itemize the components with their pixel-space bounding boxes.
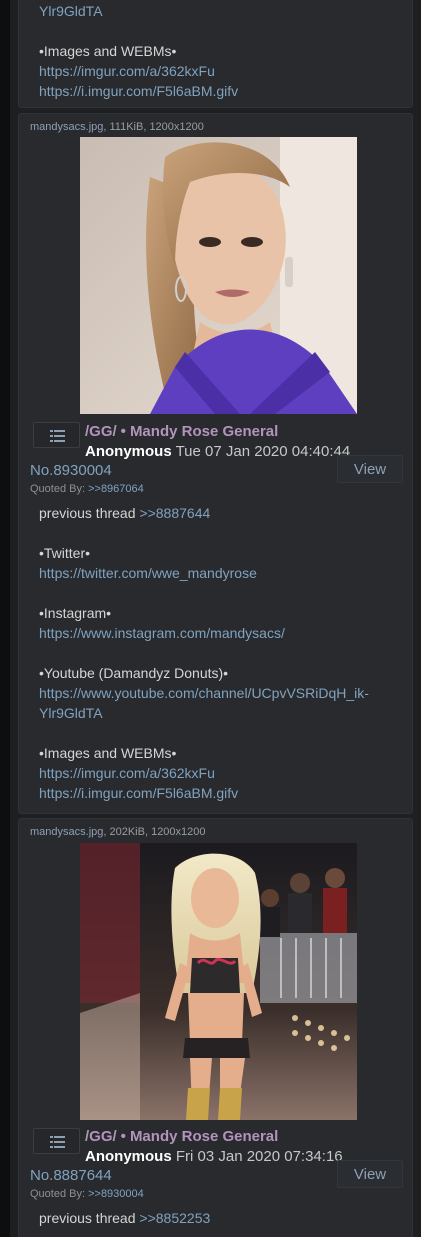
post-subject-line: /GG/• Mandy Rose General xyxy=(85,423,278,440)
file-info: mandysacs.jpg, 202KiB, 1200x1200 xyxy=(30,826,206,838)
file-meta: , 202KiB, 1200x1200 xyxy=(103,826,206,838)
board-tag: /GG/ xyxy=(85,423,117,440)
file-meta: , 111KiB, 1200x1200 xyxy=(103,121,204,133)
file-info: mandysacs.jpg, 111KiB, 1200x1200 xyxy=(30,121,204,133)
view-button[interactable]: View xyxy=(337,1160,403,1188)
youtube-header: •Youtube (Damandyz Donuts)• xyxy=(39,665,229,681)
images-header: •Images and WEBMs• xyxy=(39,745,177,761)
instagram-header: •Instagram• xyxy=(39,605,112,621)
file-name-link[interactable]: mandysacs.jpg xyxy=(30,826,103,838)
quoted-by-label: Quoted By: xyxy=(30,1188,89,1200)
imgur-gifv-link[interactable]: https://i.imgur.com/F5l6aBM.gifv xyxy=(39,785,238,801)
quoted-by-link[interactable]: >>8930004 xyxy=(88,1188,144,1200)
post-menu-button[interactable] xyxy=(33,1128,80,1154)
board-tag: /GG/ xyxy=(85,1128,117,1145)
youtube-link-line1[interactable]: https://www.youtube.com/channel/UCpvVSRi… xyxy=(39,685,369,701)
post-menu-button[interactable] xyxy=(33,422,80,448)
imgur-album-link[interactable]: https://imgur.com/a/362kxFu xyxy=(39,63,215,79)
list-menu-icon xyxy=(50,430,65,442)
view-button[interactable]: View xyxy=(337,455,403,483)
quoted-by-label: Quoted By: xyxy=(30,483,89,495)
previous-thread-label: previous thread xyxy=(39,505,140,521)
left-edge-strip xyxy=(0,0,10,1237)
post-body: previous thread >>8852253 xyxy=(39,1208,210,1228)
previous-thread-link[interactable]: >>8887644 xyxy=(139,505,210,521)
wrestler-photo-2 xyxy=(80,843,357,1120)
subject-dot: • xyxy=(120,423,126,440)
post-number[interactable]: No.8887644 xyxy=(30,1167,112,1184)
list-menu-icon xyxy=(50,1136,65,1148)
post-subject-line: /GG/• Mandy Rose General xyxy=(85,1128,278,1145)
post-name-line: Anonymous Tue 07 Jan 2020 04:40:44 xyxy=(85,443,350,460)
previous-post-tail: Ylr9GldTA •Images and WEBMs• https://img… xyxy=(18,0,413,108)
poster-name: Anonymous xyxy=(85,1148,172,1165)
images-header: •Images and WEBMs• xyxy=(39,43,177,59)
imgur-album-link[interactable]: https://imgur.com/a/362kxFu xyxy=(39,765,215,781)
post-8930004: mandysacs.jpg, 111KiB, 1200x1200 /GG/ • … xyxy=(18,113,413,814)
subject-dot: • xyxy=(120,1128,126,1145)
instagram-link[interactable]: https://www.instagram.com/mandysacs/ xyxy=(39,625,285,641)
post-subject: Mandy Rose General xyxy=(129,1128,279,1145)
imgur-gifv-link[interactable]: https://i.imgur.com/F5l6aBM.gifv xyxy=(39,83,238,99)
previous-thread-link[interactable]: >>8852253 xyxy=(139,1210,210,1226)
youtube-link-line2[interactable]: Ylr9GldTA xyxy=(39,705,103,721)
post-image[interactable] xyxy=(80,137,357,414)
twitter-header: •Twitter• xyxy=(39,545,91,561)
post-body: previous thread >>8887644 •Twitter• http… xyxy=(39,503,369,803)
post-number[interactable]: No.8930004 xyxy=(30,462,112,479)
post-image[interactable] xyxy=(80,843,357,1120)
poster-name: Anonymous xyxy=(85,443,172,460)
youtube-link-tail[interactable]: Ylr9GldTA xyxy=(39,3,103,19)
quoted-by: Quoted By: >>8967064 xyxy=(30,483,144,495)
post-name-line: Anonymous Fri 03 Jan 2020 07:34:16 xyxy=(85,1148,343,1165)
previous-post-body: Ylr9GldTA •Images and WEBMs• https://img… xyxy=(39,1,238,101)
previous-thread-label: previous thread xyxy=(39,1210,140,1226)
quoted-by: Quoted By: >>8930004 xyxy=(30,1188,144,1200)
post-datetime: Tue 07 Jan 2020 04:40:44 xyxy=(175,443,351,460)
twitter-link[interactable]: https://twitter.com/wwe_mandyrose xyxy=(39,565,257,581)
thread-page: Ylr9GldTA •Images and WEBMs• https://img… xyxy=(0,0,421,1237)
quoted-by-link[interactable]: >>8967064 xyxy=(88,483,144,495)
post-datetime: Fri 03 Jan 2020 07:34:16 xyxy=(175,1148,343,1165)
file-name-link[interactable]: mandysacs.jpg xyxy=(30,121,103,133)
post-8887644: mandysacs.jpg, 202KiB, 1200x1200 /GG/ • … xyxy=(18,818,413,1237)
post-subject: Mandy Rose General xyxy=(129,423,279,440)
portrait-photo-1 xyxy=(80,137,357,414)
